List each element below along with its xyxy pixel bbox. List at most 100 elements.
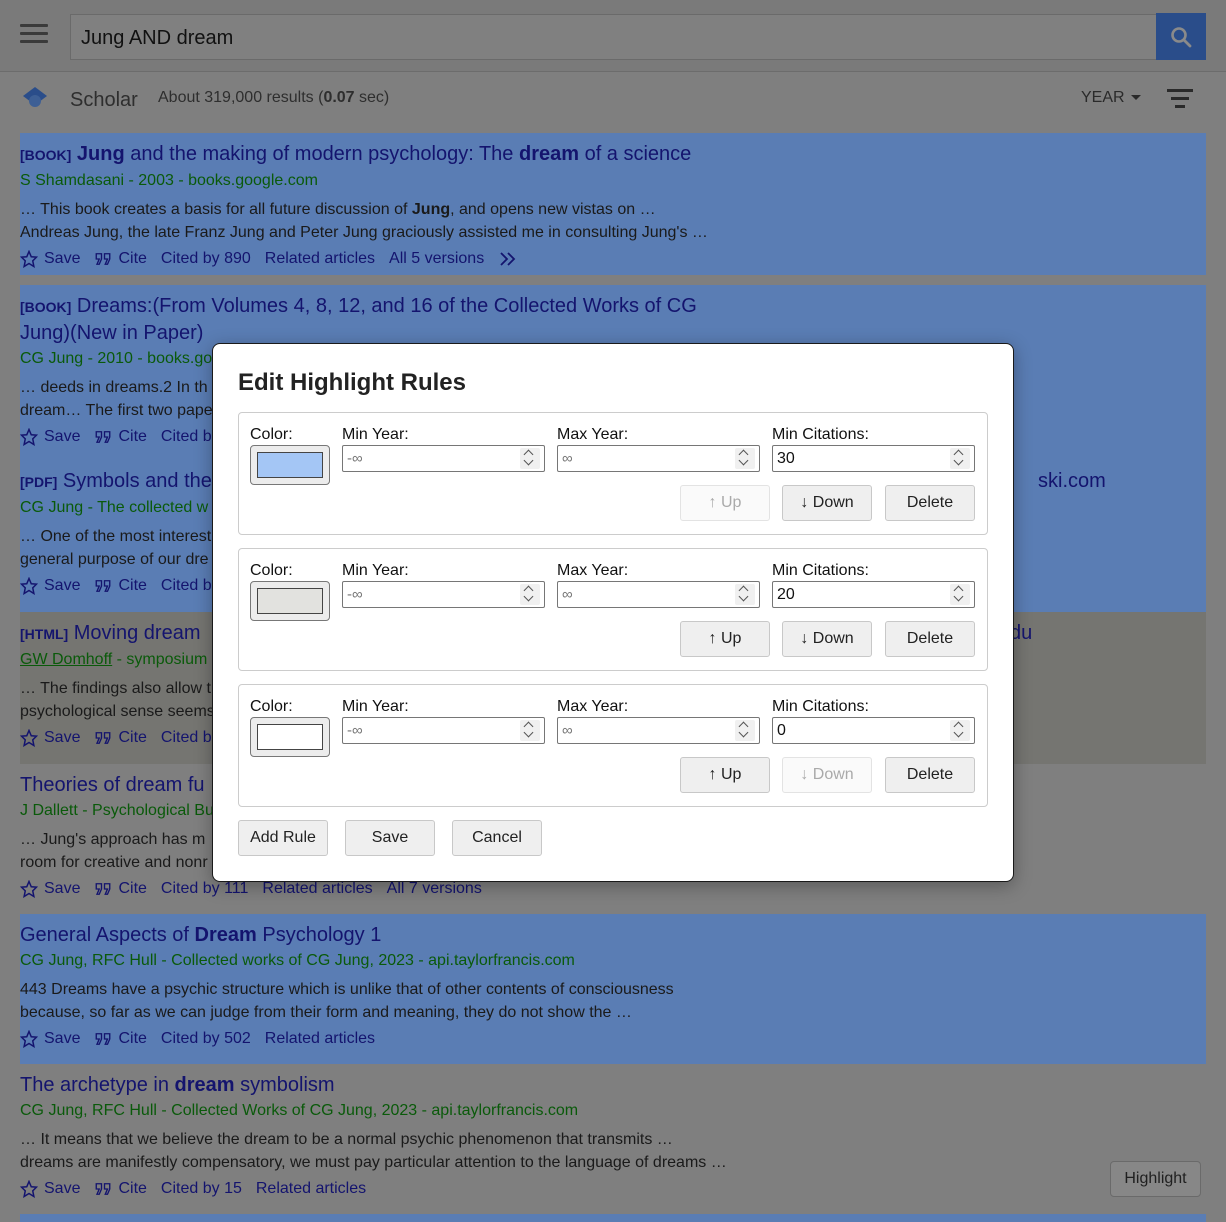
related-articles-link[interactable]: Related articles bbox=[265, 250, 375, 268]
result-item: [BOOK] Jung and the making of modern psy… bbox=[20, 133, 1206, 275]
related-articles-link[interactable]: Related articles bbox=[256, 1180, 366, 1198]
save-link[interactable]: Save bbox=[20, 250, 80, 268]
search-icon bbox=[1171, 26, 1192, 47]
result-title[interactable]: The archetype in dream symbolism bbox=[20, 1072, 1206, 1098]
cite-link[interactable]: Cite bbox=[94, 1030, 147, 1048]
search-input[interactable]: Jung AND dream bbox=[70, 14, 1158, 60]
delete-rule-button[interactable]: Delete bbox=[885, 485, 975, 521]
cited-by-link[interactable]: Cited b bbox=[161, 577, 212, 595]
move-up-button[interactable]: ↑ Up bbox=[680, 621, 770, 657]
year-sort-dropdown[interactable]: YEAR bbox=[1081, 89, 1141, 107]
save-button[interactable]: Save bbox=[345, 820, 435, 856]
filter-icon[interactable] bbox=[1167, 89, 1193, 113]
quote-icon bbox=[96, 732, 111, 744]
highlight-rule: Color: Min Year: -∞ Max Year: ∞ Min Cita… bbox=[238, 684, 988, 807]
more-chevrons-icon[interactable] bbox=[498, 250, 524, 268]
save-link[interactable]: Save bbox=[20, 729, 80, 747]
scholar-label[interactable]: Scholar bbox=[70, 89, 138, 112]
versions-link[interactable]: All 5 versions bbox=[389, 250, 484, 268]
save-link[interactable]: Save bbox=[20, 880, 80, 898]
spinner-icon[interactable] bbox=[735, 720, 755, 741]
delete-rule-button[interactable]: Delete bbox=[885, 757, 975, 793]
cited-by-link[interactable]: Cited by 15 bbox=[161, 1180, 242, 1198]
save-link[interactable]: Save bbox=[20, 428, 80, 446]
edit-highlight-rules-dialog: Edit Highlight Rules Color: Min Year: -∞… bbox=[212, 343, 1014, 882]
star-icon bbox=[20, 1180, 38, 1198]
save-link[interactable]: Save bbox=[20, 577, 80, 595]
spinner-icon[interactable] bbox=[520, 720, 540, 741]
min-year-input[interactable]: -∞ bbox=[342, 581, 545, 608]
max-year-input[interactable]: ∞ bbox=[557, 581, 760, 608]
min-citations-label: Min Citations: bbox=[772, 562, 869, 579]
cite-link[interactable]: Cite bbox=[94, 880, 147, 898]
add-rule-button[interactable]: Add Rule bbox=[238, 820, 328, 856]
result-title[interactable]: General Aspects of Dream Psychology 1 bbox=[20, 922, 1206, 948]
result-meta: CG Jung, RFC Hull - Collected works of C… bbox=[20, 952, 575, 969]
search-button[interactable] bbox=[1156, 13, 1206, 60]
quote-icon bbox=[96, 253, 111, 265]
cited-by-link[interactable]: Cited by 111 bbox=[161, 880, 248, 898]
save-link[interactable]: Save bbox=[20, 1030, 80, 1048]
delete-rule-button[interactable]: Delete bbox=[885, 621, 975, 657]
scholar-logo-icon[interactable] bbox=[22, 85, 48, 116]
move-down-button[interactable]: ↓ Down bbox=[782, 621, 872, 657]
spinner-icon[interactable] bbox=[520, 584, 540, 605]
cited-by-link[interactable]: Cited by 502 bbox=[161, 1030, 251, 1048]
color-picker[interactable] bbox=[250, 581, 330, 621]
result-title[interactable]: [BOOK] Jung and the making of modern psy… bbox=[20, 141, 1206, 168]
cite-link[interactable]: Cite bbox=[94, 1180, 147, 1198]
move-up-button[interactable]: ↑ Up bbox=[680, 485, 770, 521]
max-year-label: Max Year: bbox=[557, 426, 629, 443]
min-citations-input[interactable]: 30 bbox=[772, 445, 975, 472]
move-up-button[interactable]: ↑ Up bbox=[680, 757, 770, 793]
related-articles-link[interactable]: Related articles bbox=[265, 1030, 375, 1048]
min-citations-input[interactable]: 0 bbox=[772, 717, 975, 744]
star-icon bbox=[20, 880, 38, 898]
spinner-icon[interactable] bbox=[735, 584, 755, 605]
move-down-button[interactable]: ↓ Down bbox=[782, 757, 872, 793]
color-picker[interactable] bbox=[250, 445, 330, 485]
star-icon bbox=[20, 250, 38, 268]
color-picker[interactable] bbox=[250, 717, 330, 757]
highlight-rule: Color: Min Year: -∞ Max Year: ∞ Min Cita… bbox=[238, 412, 988, 535]
max-year-input[interactable]: ∞ bbox=[557, 445, 760, 472]
versions-link[interactable]: All 7 versions bbox=[387, 880, 482, 898]
author-link[interactable]: GW Domhoff bbox=[20, 651, 112, 668]
spinner-icon[interactable] bbox=[520, 448, 540, 469]
color-swatch bbox=[257, 588, 323, 614]
related-articles-link[interactable]: Related articles bbox=[262, 880, 372, 898]
hamburger-menu-icon[interactable] bbox=[20, 24, 48, 46]
cite-link[interactable]: Cite bbox=[94, 729, 147, 747]
caret-down-icon bbox=[1130, 95, 1141, 101]
min-year-input[interactable]: -∞ bbox=[342, 717, 545, 744]
color-label: Color: bbox=[250, 426, 293, 443]
move-down-button[interactable]: ↓ Down bbox=[782, 485, 872, 521]
result-actions: Save Cite Cited by 15 Related articles bbox=[20, 1180, 1206, 1198]
min-year-label: Min Year: bbox=[342, 426, 409, 443]
result-title[interactable]: [BOOK] Dreams:(From Volumes 4, 8, 12, an… bbox=[20, 293, 1206, 346]
cited-by-link[interactable]: Cited b bbox=[161, 428, 212, 446]
color-swatch bbox=[257, 452, 323, 478]
cancel-button[interactable]: Cancel bbox=[452, 820, 542, 856]
cite-link[interactable]: Cite bbox=[94, 428, 147, 446]
quote-icon bbox=[96, 883, 111, 895]
min-citations-input[interactable]: 20 bbox=[772, 581, 975, 608]
cited-by-link[interactable]: Cited b bbox=[161, 729, 212, 747]
spinner-icon[interactable] bbox=[950, 720, 970, 741]
cited-by-link[interactable]: Cited by 890 bbox=[161, 250, 251, 268]
star-icon bbox=[20, 729, 38, 747]
spinner-icon[interactable] bbox=[950, 448, 970, 469]
spinner-icon[interactable] bbox=[950, 584, 970, 605]
cite-link[interactable]: Cite bbox=[94, 577, 147, 595]
result-meta: S Shamdasani - 2003 - books.google.com bbox=[20, 172, 318, 189]
min-year-label: Min Year: bbox=[342, 562, 409, 579]
quote-icon bbox=[96, 1183, 111, 1195]
highlight-button[interactable]: Highlight bbox=[1110, 1161, 1201, 1197]
cite-link[interactable]: Cite bbox=[94, 250, 147, 268]
top-bar: Jung AND dream bbox=[0, 0, 1226, 72]
max-year-input[interactable]: ∞ bbox=[557, 717, 760, 744]
spinner-icon[interactable] bbox=[735, 448, 755, 469]
min-year-input[interactable]: -∞ bbox=[342, 445, 545, 472]
result-actions: Save Cite Cited by 111 Related articles … bbox=[20, 880, 1206, 898]
save-link[interactable]: Save bbox=[20, 1180, 80, 1198]
